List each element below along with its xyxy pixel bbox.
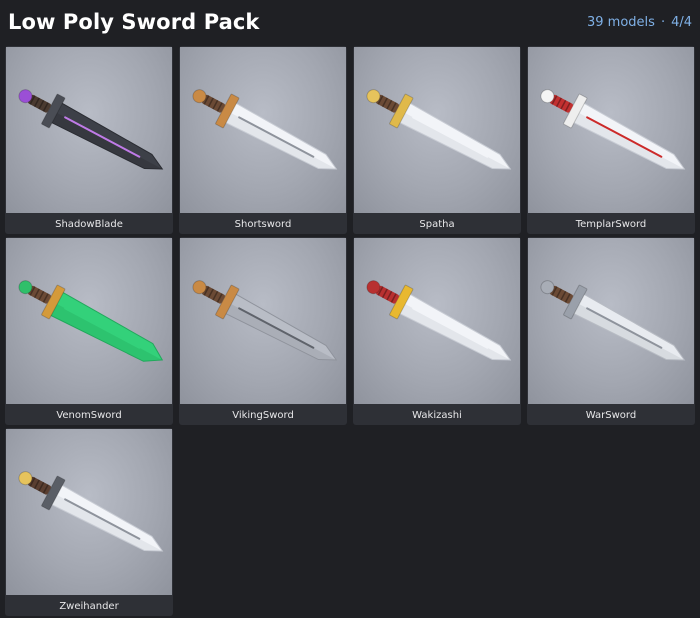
viking-sword-icon	[192, 280, 338, 361]
model-card[interactable]: Spatha	[353, 46, 521, 234]
model-thumbnail	[6, 47, 172, 213]
header: Low Poly Sword Pack 39 models · 4/4	[0, 0, 700, 44]
model-thumbnail	[354, 47, 520, 213]
model-name: Wakizashi	[412, 409, 462, 421]
wakizashi-sword-icon	[366, 280, 512, 361]
page-title: Low Poly Sword Pack	[8, 10, 260, 34]
venom-sword-icon	[18, 280, 164, 362]
model-card[interactable]: Zweihander	[5, 428, 173, 616]
meta-separator: ·	[660, 14, 666, 30]
model-name: VenomSword	[56, 409, 122, 421]
model-card[interactable]: WarSword	[527, 237, 695, 425]
model-thumbnail	[528, 47, 694, 213]
model-card[interactable]: VenomSword	[5, 237, 173, 425]
model-name: Shortsword	[234, 218, 292, 230]
model-thumbnail	[180, 238, 346, 404]
model-card[interactable]: TemplarSword	[527, 46, 695, 234]
model-thumbnail	[528, 238, 694, 404]
model-count: 39 models	[587, 14, 655, 30]
model-name: ShadowBlade	[55, 218, 123, 230]
model-card[interactable]: VikingSword	[179, 237, 347, 425]
model-thumbnail	[6, 238, 172, 404]
model-card[interactable]: Wakizashi	[353, 237, 521, 425]
shadowblade-sword-icon	[18, 89, 164, 170]
zweihander-sword-icon	[18, 471, 164, 552]
page-indicator[interactable]: 4/4	[671, 15, 692, 30]
model-name: VikingSword	[232, 409, 294, 421]
model-name: WarSword	[585, 409, 637, 421]
shortsword-icon	[192, 89, 338, 170]
pack-meta: 39 models · 4/4	[587, 15, 692, 30]
model-thumbnail	[354, 238, 520, 404]
model-name: TemplarSword	[575, 218, 647, 230]
templar-sword-icon	[540, 89, 686, 170]
model-card[interactable]: ShadowBlade	[5, 46, 173, 234]
model-thumbnail	[6, 429, 172, 595]
model-thumbnail	[180, 47, 346, 213]
model-name: Zweihander	[59, 600, 119, 612]
model-name: Spatha	[419, 218, 455, 230]
spatha-sword-icon	[366, 89, 512, 170]
model-card[interactable]: Shortsword	[179, 46, 347, 234]
warsword-icon	[540, 280, 686, 361]
